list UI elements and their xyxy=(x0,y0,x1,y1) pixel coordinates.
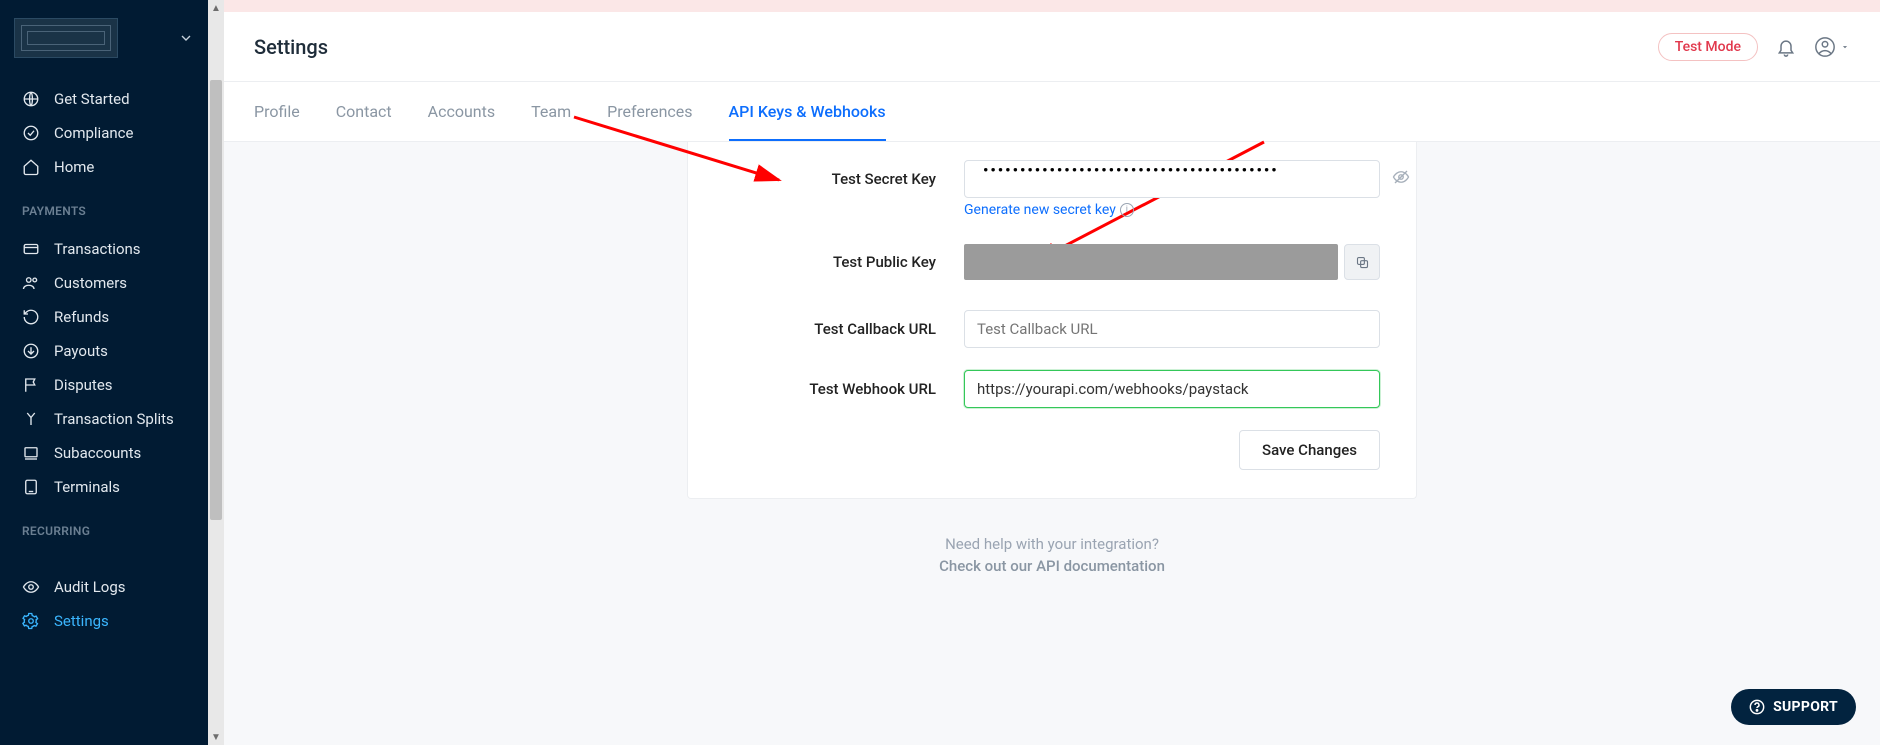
scroll-thumb[interactable] xyxy=(210,80,222,520)
nav-label: Disputes xyxy=(54,376,113,394)
api-keys-panel: Test Secret Key ••••••••••••••••••••••••… xyxy=(687,142,1417,499)
webhook-url-input[interactable] xyxy=(964,370,1380,408)
sidebar: Get Started Compliance Home PAYMENTS Tra… xyxy=(0,0,208,745)
account-logo-placeholder xyxy=(14,18,118,58)
tab-preferences[interactable]: Preferences xyxy=(607,82,692,141)
sidebar-item-terminals[interactable]: Terminals xyxy=(0,470,208,504)
avatar-icon xyxy=(1814,36,1836,58)
nav-label: Transaction Splits xyxy=(54,410,174,428)
callback-url-label: Test Callback URL xyxy=(724,320,964,338)
support-label: SUPPORT xyxy=(1773,699,1838,715)
secret-key-label: Test Secret Key xyxy=(724,170,964,188)
nav-heading-payments: PAYMENTS xyxy=(0,190,208,226)
nav-label: Get Started xyxy=(54,90,130,108)
public-key-label: Test Public Key xyxy=(724,253,964,271)
card-icon xyxy=(22,240,40,258)
tab-profile[interactable]: Profile xyxy=(254,82,300,141)
eye-off-icon xyxy=(1392,168,1410,186)
scroll-down-icon: ▼ xyxy=(208,729,224,745)
main: Settings Test Mode Profile Contact Accou… xyxy=(224,0,1880,745)
help-block: Need help with your integration? Check o… xyxy=(254,535,1850,575)
globe-icon xyxy=(22,90,40,108)
webhook-url-label: Test Webhook URL xyxy=(724,380,964,398)
sidebar-item-audit-logs[interactable]: Audit Logs xyxy=(0,570,208,604)
nav-label: Home xyxy=(54,158,94,176)
header-bar: Settings Test Mode xyxy=(224,12,1880,82)
sidebar-item-get-started[interactable]: Get Started xyxy=(0,82,208,116)
generate-secret-link[interactable]: Generate new secret key i xyxy=(964,202,1380,218)
nav-label: Payouts xyxy=(54,342,108,360)
api-docs-link[interactable]: Check out our API documentation xyxy=(254,557,1850,575)
nav-label: Transactions xyxy=(54,240,141,258)
chevron-down-icon xyxy=(178,30,194,46)
notifications-button[interactable] xyxy=(1776,37,1796,57)
sidebar-item-home[interactable]: Home xyxy=(0,150,208,184)
tab-api-keys[interactable]: API Keys & Webhooks xyxy=(729,82,886,141)
undo-icon xyxy=(22,308,40,326)
terminal-icon xyxy=(22,478,40,496)
home-icon xyxy=(22,158,40,176)
nav-label: Refunds xyxy=(54,308,109,326)
caret-down-icon xyxy=(1840,42,1850,52)
info-icon: i xyxy=(1120,203,1134,217)
public-key-field[interactable] xyxy=(964,244,1338,280)
test-mode-button[interactable]: Test Mode xyxy=(1658,33,1758,61)
link-text: Generate new secret key xyxy=(964,202,1116,218)
sidebar-item-settings[interactable]: Settings xyxy=(0,604,208,638)
account-switcher[interactable] xyxy=(0,0,208,76)
check-circle-icon xyxy=(22,124,40,142)
settings-tabs: Profile Contact Accounts Team Preference… xyxy=(224,82,1880,142)
nav-heading-recurring: RECURRING xyxy=(0,510,208,546)
bell-icon xyxy=(1776,37,1796,57)
eye-icon xyxy=(22,578,40,596)
split-icon xyxy=(22,410,40,428)
nav-label: Audit Logs xyxy=(54,578,126,596)
alert-strip xyxy=(224,0,1880,12)
scroll-up-icon: ▲ xyxy=(208,0,224,16)
save-button[interactable]: Save Changes xyxy=(1239,430,1380,470)
tab-accounts[interactable]: Accounts xyxy=(428,82,495,141)
users-icon xyxy=(22,274,40,292)
gear-icon xyxy=(22,612,40,630)
download-icon xyxy=(22,342,40,360)
sidebar-scrollbar[interactable]: ▲ ▼ xyxy=(208,0,224,745)
sidebar-item-customers[interactable]: Customers xyxy=(0,266,208,300)
layers-icon xyxy=(22,444,40,462)
callback-url-input[interactable] xyxy=(964,310,1380,348)
sidebar-item-compliance[interactable]: Compliance xyxy=(0,116,208,150)
nav-label: Subaccounts xyxy=(54,444,141,462)
copy-icon xyxy=(1355,255,1370,270)
sidebar-item-disputes[interactable]: Disputes xyxy=(0,368,208,402)
nav-label: Terminals xyxy=(54,478,120,496)
support-button[interactable]: SUPPORT xyxy=(1731,689,1856,725)
nav-label: Settings xyxy=(54,612,109,630)
content-area: Test Secret Key ••••••••••••••••••••••••… xyxy=(224,142,1880,745)
tab-contact[interactable]: Contact xyxy=(336,82,392,141)
sidebar-item-transaction-splits[interactable]: Transaction Splits xyxy=(0,402,208,436)
sidebar-item-transactions[interactable]: Transactions xyxy=(0,232,208,266)
flag-icon xyxy=(22,376,40,394)
sidebar-item-subaccounts[interactable]: Subaccounts xyxy=(0,436,208,470)
nav-label: Customers xyxy=(54,274,127,292)
toggle-secret-visibility[interactable] xyxy=(1392,168,1410,186)
question-icon xyxy=(1749,699,1765,715)
sidebar-item-payouts[interactable]: Payouts xyxy=(0,334,208,368)
help-line1: Need help with your integration? xyxy=(945,535,1159,553)
page-title: Settings xyxy=(254,35,328,59)
secret-key-field[interactable]: •••••••••••••••••••••••••••••••••••••••• xyxy=(964,160,1380,198)
profile-menu[interactable] xyxy=(1814,36,1850,58)
nav-label: Compliance xyxy=(54,124,133,142)
tab-team[interactable]: Team xyxy=(531,82,571,141)
copy-public-key[interactable] xyxy=(1344,244,1380,280)
sidebar-item-refunds[interactable]: Refunds xyxy=(0,300,208,334)
